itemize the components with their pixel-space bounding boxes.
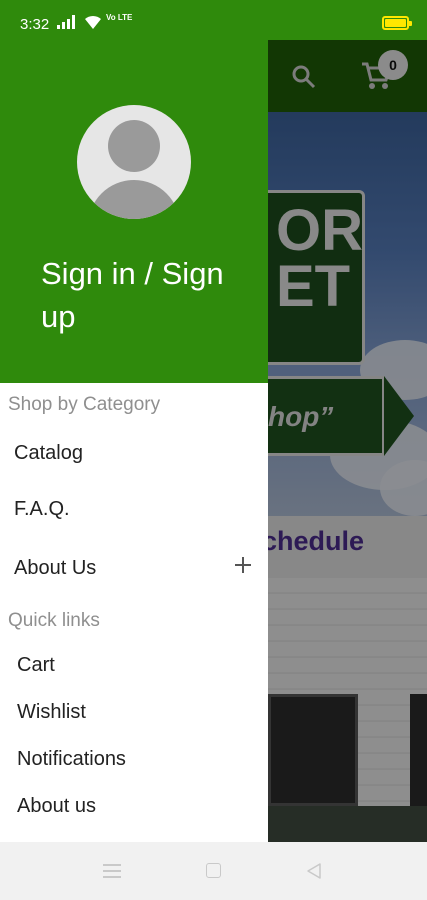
menu-item-faq[interactable]: F.A.Q. [14, 498, 70, 521]
quick-link-notifications[interactable]: Notifications [17, 748, 126, 771]
volte-indicator: Vo LTE [106, 13, 133, 22]
avatar-icon[interactable] [77, 105, 191, 219]
signal-icon [57, 14, 79, 35]
quick-link-wishlist[interactable]: Wishlist [17, 701, 86, 724]
quick-link-cart[interactable]: Cart [17, 654, 55, 677]
menu-item-catalog[interactable]: Catalog [14, 442, 83, 465]
back-icon[interactable] [306, 862, 322, 885]
menu-icon[interactable] [103, 863, 121, 878]
section-shop-by-category: Shop by Category [8, 394, 161, 415]
battery-icon [382, 16, 412, 30]
sign-in-link[interactable]: Sign in / Sign up [41, 252, 251, 338]
status-time: 3:32 [20, 16, 50, 33]
wifi-icon [83, 13, 103, 35]
navigation-drawer: Sign in / Sign up Shop by Category Catal… [0, 40, 268, 842]
expand-plus-icon[interactable] [233, 555, 253, 575]
quick-link-about-us[interactable]: About us [17, 795, 96, 818]
drawer-header: Sign in / Sign up [0, 40, 268, 383]
home-icon[interactable] [206, 863, 221, 878]
menu-item-about-us[interactable]: About Us [14, 557, 96, 580]
system-nav-bar [0, 842, 427, 900]
status-bar: 3:32 Vo LTE [0, 0, 427, 40]
section-quick-links: Quick links [8, 610, 100, 631]
